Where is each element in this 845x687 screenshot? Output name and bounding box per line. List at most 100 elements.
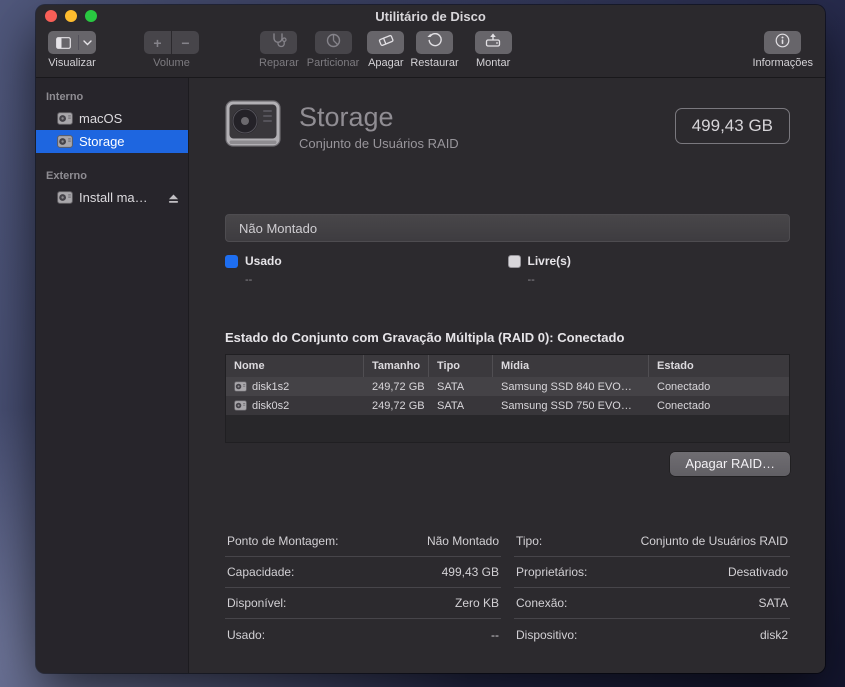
sidebar-item-install-macos[interactable]: Install ma… [36, 186, 188, 209]
info-row: Usado: -- [225, 619, 501, 650]
toolbar-label-montar: Montar [476, 57, 510, 69]
pie-chart-icon [326, 33, 341, 53]
info-label: Usado: [227, 628, 265, 642]
sidebar-item-label: Install ma… [79, 190, 148, 205]
window-controls [45, 10, 97, 22]
info-row: Dispositivo: disk2 [514, 619, 790, 650]
toolbar-label-particionar: Particionar [307, 57, 360, 69]
info-button[interactable] [764, 31, 801, 54]
close-button[interactable] [45, 10, 57, 22]
main-content: Storage Conjunto de Usuários RAID 499,43… [189, 78, 825, 673]
remove-volume-button: − [172, 31, 199, 54]
legend-item-livres: Livre(s) -- [508, 254, 791, 286]
sidebar-item-storage[interactable]: Storage [36, 130, 188, 153]
desktop-background: Utilitário de Disco Visualizar + [0, 0, 845, 687]
toolbar-label-visualizar: Visualizar [48, 57, 96, 69]
info-label: Conexão: [516, 596, 567, 610]
restore-clock-icon [427, 33, 442, 53]
info-column-right: Tipo: Conjunto de Usuários RAID Propriet… [514, 526, 790, 650]
info-value: disk2 [760, 628, 788, 642]
info-value: 499,43 GB [442, 565, 499, 579]
sidebar-item-macos[interactable]: macOS [36, 107, 188, 130]
raid-status-heading: Estado do Conjunto com Gravação Múltipla… [225, 330, 790, 345]
legend-label: Usado [245, 254, 282, 268]
volume-subtitle: Conjunto de Usuários RAID [299, 136, 459, 151]
legend-item-usado: Usado -- [225, 254, 508, 286]
restore-button[interactable] [416, 31, 453, 54]
info-icon [775, 33, 790, 53]
eject-icon[interactable] [168, 192, 179, 207]
toolbar-label-volume: Volume [153, 57, 190, 69]
sidebar-item-label: Storage [79, 134, 125, 149]
table-empty-area [226, 415, 789, 442]
info-row: Proprietários: Desativado [514, 557, 790, 588]
sidebar-view-icon [49, 37, 78, 49]
volume-title: Storage [299, 102, 459, 133]
info-label: Capacidade: [227, 565, 294, 579]
plus-icon: + [153, 35, 161, 51]
usado-checkbox[interactable] [225, 255, 238, 268]
info-value: Desativado [728, 565, 788, 579]
disk-icon [234, 400, 247, 411]
toolbar-group-particionar: Particionar [307, 31, 360, 69]
column-header-estado: Estado [649, 355, 789, 377]
mount-button[interactable] [475, 31, 512, 54]
info-row: Tipo: Conjunto de Usuários RAID [514, 526, 790, 557]
legend-value: -- [245, 274, 508, 286]
partition-button [315, 31, 352, 54]
delete-raid-button[interactable]: Apagar RAID… [670, 452, 790, 476]
erase-button[interactable] [367, 31, 404, 54]
info-value: Conjunto de Usuários RAID [641, 534, 788, 548]
table-header-row: Nome Tamanho Tipo Mídia Estado [226, 355, 789, 377]
info-value: Não Montado [427, 534, 499, 548]
minus-icon: − [181, 35, 189, 51]
cell-tipo: SATA [429, 381, 493, 393]
cell-nome: disk0s2 [252, 400, 289, 412]
column-header-tamanho: Tamanho [364, 355, 429, 377]
first-aid-button [260, 31, 297, 54]
info-row: Ponto de Montagem: Não Montado [225, 526, 501, 557]
sidebar-section-externo: Externo Install ma… [36, 170, 188, 209]
add-volume-button: + [144, 31, 171, 54]
toolbar-label-restaurar: Restaurar [410, 57, 458, 69]
toolbar-group-volume: + − Volume [144, 31, 199, 69]
raid-volume-icon [225, 100, 281, 152]
cell-estado: Conectado [649, 381, 789, 393]
legend-value: -- [528, 274, 791, 286]
table-row[interactable]: disk1s2 249,72 GB SATA Samsung SSD 840 E… [226, 377, 789, 396]
toolbar-label-reparar: Reparar [259, 57, 299, 69]
column-header-nome: Nome [226, 355, 364, 377]
sidebar-section-header: Interno [36, 91, 188, 107]
info-value: SATA [758, 596, 788, 610]
column-header-tipo: Tipo [429, 355, 493, 377]
cell-tamanho: 249,72 GB [364, 381, 429, 393]
info-row: Capacidade: 499,43 GB [225, 557, 501, 588]
usage-bar: Não Montado [225, 214, 790, 242]
info-label: Disponível: [227, 596, 286, 610]
info-value: -- [491, 628, 499, 642]
toolbar-label-informacoes: Informações [752, 57, 813, 69]
usage-legend: Usado -- Livre(s) -- [225, 254, 790, 286]
sidebar-item-label: macOS [79, 111, 122, 126]
toolbar-group-reparar: Reparar [259, 31, 299, 69]
info-value: Zero KB [455, 596, 499, 610]
table-row[interactable]: disk0s2 249,72 GB SATA Samsung SSD 750 E… [226, 396, 789, 415]
info-column-left: Ponto de Montagem: Não Montado Capacidad… [225, 526, 501, 650]
chevron-down-icon [79, 40, 96, 46]
sidebar: Interno macOS Storage Externo Install ma… [36, 78, 189, 673]
info-label: Dispositivo: [516, 628, 577, 642]
raid-members-table: Nome Tamanho Tipo Mídia Estado disk1s2 2… [225, 354, 790, 443]
view-toggle-button[interactable] [48, 31, 96, 54]
minimize-button[interactable] [65, 10, 77, 22]
window-title: Utilitário de Disco [375, 9, 486, 24]
cell-tamanho: 249,72 GB [364, 400, 429, 412]
disk-icon [234, 381, 247, 392]
eraser-icon [378, 33, 394, 52]
livres-checkbox[interactable] [508, 255, 521, 268]
info-row: Conexão: SATA [514, 588, 790, 619]
info-row: Disponível: Zero KB [225, 588, 501, 619]
toolbar-group-visualizar: Visualizar [48, 31, 96, 69]
fullscreen-button[interactable] [85, 10, 97, 22]
info-label: Proprietários: [516, 565, 587, 579]
info-label: Ponto de Montagem: [227, 534, 338, 548]
